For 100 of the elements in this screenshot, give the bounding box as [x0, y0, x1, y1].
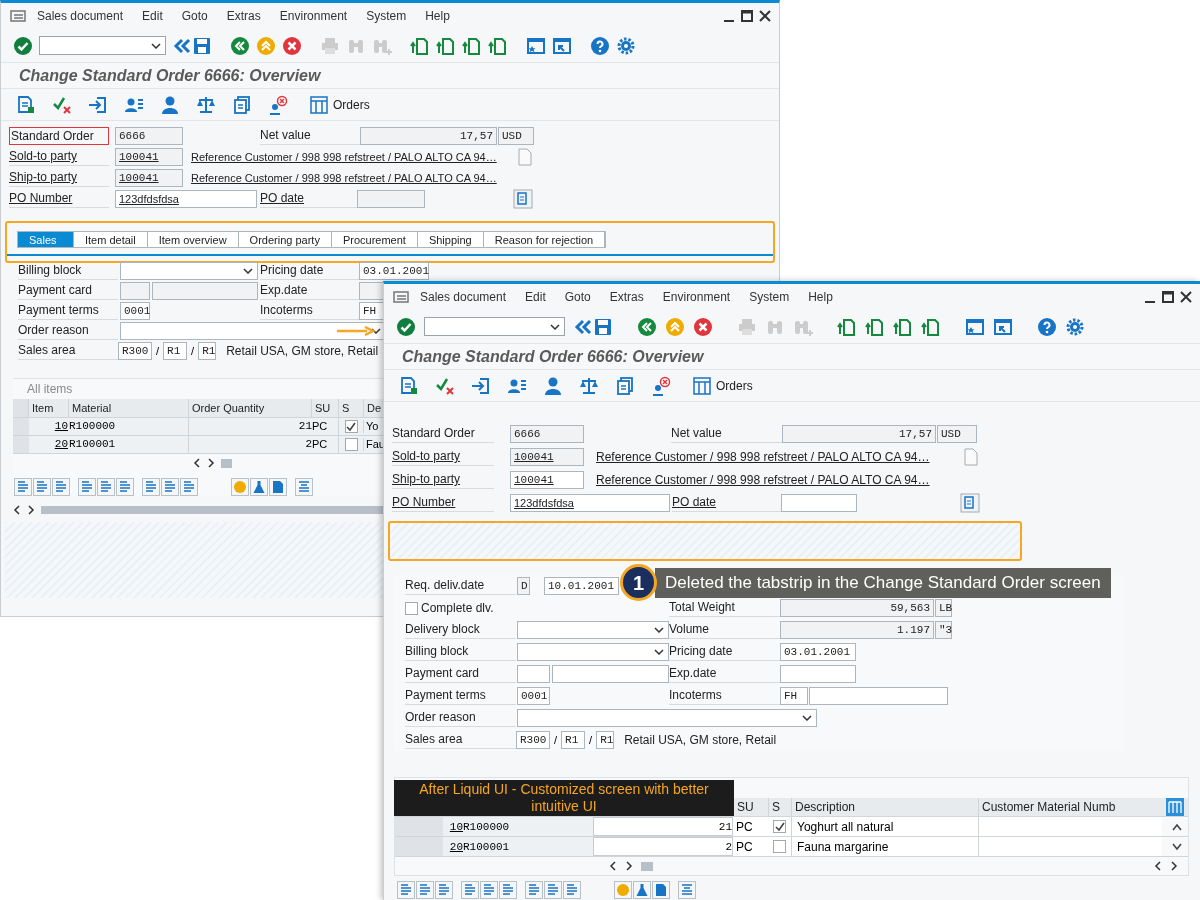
menu-item[interactable]: Edit	[142, 7, 163, 25]
table-cell[interactable]: 20	[29, 436, 69, 453]
table-cell[interactable]	[978, 817, 1162, 836]
menu-item[interactable]: Sales document	[37, 7, 124, 25]
chevron-down-icon[interactable]	[550, 323, 560, 330]
settings-icon[interactable]	[616, 35, 636, 56]
page-arrow-icon[interactable]	[893, 316, 913, 337]
table-cell[interactable]	[978, 837, 1162, 856]
page-arrow-icon[interactable]	[436, 35, 456, 56]
column-header[interactable]: S	[768, 798, 791, 816]
input-field[interactable]	[357, 190, 425, 208]
menu-item[interactable]: Help	[425, 7, 450, 25]
field-link[interactable]: Ship-to party	[392, 471, 494, 489]
list-icon[interactable]	[14, 478, 32, 496]
list-icon[interactable]	[397, 881, 415, 899]
dropdown-field[interactable]	[517, 709, 817, 727]
link[interactable]: Reference Customer / 998 998 refstreet / PALO ALTO CA 94…	[596, 471, 946, 489]
chevron-right-icon[interactable]	[1170, 861, 1178, 871]
dropdown-field[interactable]	[120, 262, 258, 280]
chevron-left-icon[interactable]	[193, 458, 201, 468]
chevron-down-icon[interactable]	[1172, 842, 1182, 851]
chevron-down-icon[interactable]	[654, 627, 664, 633]
table-cell[interactable]: 20	[443, 837, 463, 856]
close-icon[interactable]	[1180, 291, 1192, 303]
document-stack-icon[interactable]	[232, 94, 252, 115]
page-arrow-icon[interactable]	[410, 35, 430, 56]
column-header[interactable]: SU	[312, 399, 339, 417]
list-icon[interactable]	[33, 478, 51, 496]
person-icon[interactable]	[543, 375, 563, 396]
column-header[interactable]: Order Quantity	[189, 399, 312, 417]
settings-icon[interactable]	[1065, 316, 1085, 337]
input-field[interactable]: R300	[118, 342, 152, 360]
command-field[interactable]	[424, 317, 565, 336]
input-field[interactable]: 123dfdsfdsa	[115, 190, 257, 208]
check-icon[interactable]	[396, 316, 416, 337]
input-field[interactable]: 10.01.2001	[544, 577, 619, 595]
list-icon[interactable]	[499, 881, 517, 899]
column-settings-icon[interactable]	[1166, 798, 1184, 816]
column-header[interactable]: Material	[69, 399, 189, 417]
list-icon[interactable]	[563, 881, 581, 899]
field-link[interactable]: Ship-to party	[9, 169, 109, 187]
field-link[interactable]: Sold-to party	[392, 448, 494, 466]
dropdown-field[interactable]	[517, 643, 669, 661]
form-icon[interactable]	[960, 493, 980, 513]
chevron-down-icon[interactable]	[802, 715, 812, 721]
field-link[interactable]: PO Number	[392, 494, 494, 512]
page-arrow-icon[interactable]	[921, 316, 941, 337]
person-icon[interactable]	[160, 94, 180, 115]
table-cell[interactable]: 10	[443, 817, 463, 836]
input-field[interactable]: USD	[498, 127, 534, 145]
dropdown-field[interactable]	[517, 621, 669, 639]
menu-item[interactable]: System	[366, 7, 407, 25]
arrow-into-box-icon[interactable]	[471, 375, 491, 396]
table-cell[interactable]: 10	[29, 418, 69, 435]
orders-button[interactable]: Orders	[693, 376, 753, 395]
menu-item[interactable]: Help	[808, 288, 833, 306]
input-field[interactable]: 03.01.2001	[359, 262, 429, 280]
input-field[interactable]	[780, 665, 856, 683]
menu-item[interactable]: Edit	[525, 288, 546, 306]
page-arrow-icon[interactable]	[488, 35, 508, 56]
orders-button[interactable]: Orders	[310, 95, 370, 114]
flask-icon[interactable]	[250, 478, 268, 496]
menu-item[interactable]: Environment	[662, 288, 731, 306]
input-field[interactable]: 17,57	[782, 425, 936, 443]
tab[interactable]: Sales	[18, 232, 74, 247]
input-field[interactable]: 100041	[115, 169, 183, 187]
input-field[interactable]: 100041	[115, 148, 183, 166]
column-header[interactable]: Customer Material Numb	[978, 798, 1162, 816]
list-icon[interactable]	[78, 478, 96, 496]
input-field[interactable]: 1.197	[780, 621, 934, 639]
menu-item[interactable]: Goto	[564, 288, 591, 306]
input-field[interactable]: R1	[596, 731, 615, 749]
table-cell[interactable]: 21	[593, 817, 733, 836]
dropdown-field[interactable]	[120, 322, 386, 340]
close-icon[interactable]	[759, 10, 771, 22]
input-field[interactable]: 03.01.2001	[780, 643, 856, 661]
list-icon[interactable]	[435, 881, 453, 899]
checkbox[interactable]	[344, 420, 358, 433]
align-icon[interactable]	[295, 478, 313, 496]
document-edit-icon[interactable]	[399, 375, 419, 396]
scroll-thumb[interactable]	[641, 861, 653, 871]
chevron-right-icon[interactable]	[27, 505, 35, 515]
chevron-right-icon[interactable]	[207, 458, 215, 468]
list-icon[interactable]	[142, 478, 160, 496]
list-icon[interactable]	[116, 478, 134, 496]
scroll-thumb[interactable]	[221, 458, 232, 468]
input-field[interactable]: 59,563	[780, 599, 934, 617]
page-arrow-icon[interactable]	[837, 316, 857, 337]
chevron-left-icon[interactable]	[609, 861, 617, 871]
list-icon[interactable]	[52, 478, 70, 496]
form-icon[interactable]	[513, 189, 533, 209]
grid-icon[interactable]	[310, 95, 328, 114]
chevron-right-icon[interactable]	[625, 861, 633, 871]
chevron-down-icon[interactable]	[371, 328, 381, 334]
input-field[interactable]: 0001	[120, 302, 150, 320]
cancel-icon[interactable]	[282, 35, 302, 56]
input-field[interactable]: 6666	[115, 127, 183, 145]
input-field[interactable]: R300	[516, 731, 550, 749]
column-header[interactable]: Item	[29, 399, 69, 417]
checkbox[interactable]	[773, 820, 786, 833]
